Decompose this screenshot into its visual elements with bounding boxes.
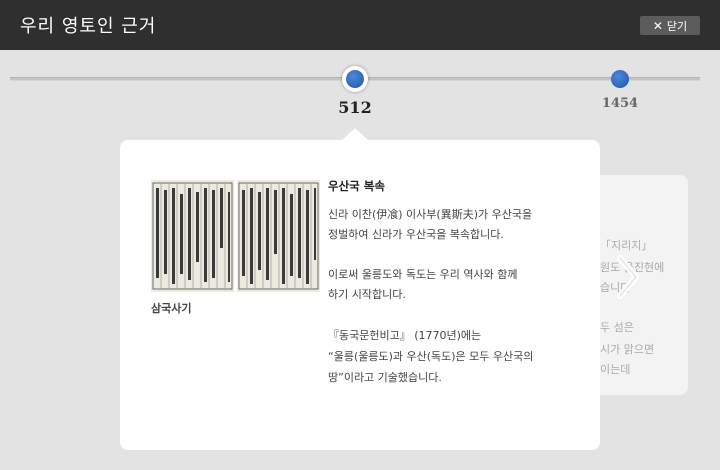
timeline-year-active: 512 [338, 98, 372, 117]
manuscript-image-left[interactable] [151, 180, 234, 292]
card-text-line: 『동국문헌비고』 (1770년)에는 [328, 329, 482, 342]
timeline-point-active[interactable] [342, 66, 368, 92]
header-bar: 우리 영토인 근거 ✕ 닫기 [0, 0, 720, 50]
card-text-line: 신라 이찬(伊飡) 이사부(異斯夫)가 우산국을 [328, 208, 533, 221]
card-text-line: 이로써 울릉도와 독도는 우리 역사와 함께 [328, 268, 518, 281]
timeline-point-next[interactable] [611, 70, 629, 88]
next-arrow-icon[interactable] [612, 252, 642, 302]
close-button[interactable]: ✕ 닫기 [640, 16, 700, 35]
timeline-year-next[interactable]: 1454 [590, 96, 650, 111]
next-card-line: 두 섬은 [600, 321, 634, 334]
card-text-line: 땅”이라고 기술했습니다. [328, 371, 442, 384]
close-button-label: 닫기 [666, 19, 688, 33]
close-icon: ✕ [652, 18, 663, 33]
manuscript-image-right[interactable] [237, 180, 320, 292]
next-card-line: 이는데 [600, 363, 631, 376]
card-text-line: “울릉(울릉도)과 우산(독도)은 모두 우산국의 [328, 350, 534, 363]
next-card-line: 「지리지」 [600, 239, 653, 252]
card-text-line: 하기 시작합니다. [328, 288, 406, 301]
image-caption: 삼국사기 [151, 302, 192, 315]
page-title: 우리 영토인 근거 [20, 16, 157, 37]
next-card-line: 시가 맑으면 [600, 343, 655, 356]
card-heading: 우산국 복속 [328, 179, 385, 193]
card-text-line: 정벌하여 신라가 우산국을 복속합니다. [328, 228, 504, 241]
